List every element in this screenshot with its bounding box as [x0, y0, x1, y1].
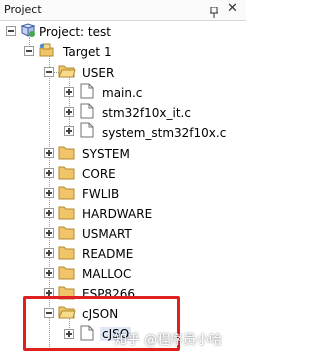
target-label: Target 1 — [63, 45, 112, 59]
group-label: HARDWARE — [82, 207, 153, 221]
folder-icon — [58, 225, 76, 244]
close-icon[interactable]: ✕ — [227, 2, 238, 15]
folder-icon — [58, 165, 76, 184]
panel-title: Project — [4, 3, 42, 16]
expand-toggle[interactable] — [64, 126, 74, 136]
expand-toggle[interactable] — [44, 268, 54, 278]
folder-icon — [58, 205, 76, 224]
project-label: Project: test — [39, 25, 111, 39]
group-label: README — [82, 247, 134, 261]
file-icon — [80, 122, 94, 142]
file-icon — [80, 103, 94, 123]
group-label: USER — [82, 66, 115, 80]
expand-toggle[interactable] — [44, 67, 54, 77]
folder-icon — [58, 145, 76, 164]
file-icon — [80, 83, 94, 103]
expand-toggle[interactable] — [44, 148, 54, 158]
expand-toggle[interactable] — [44, 168, 54, 178]
target-icon — [38, 42, 56, 62]
group-label: MALLOC — [82, 267, 132, 281]
file-label: main.c — [102, 86, 143, 100]
panel-titlebar: Project ✕ — [0, 0, 246, 21]
expand-toggle[interactable] — [44, 188, 54, 198]
folder-icon — [58, 185, 76, 204]
expand-toggle[interactable] — [44, 248, 54, 258]
folder-icon — [58, 245, 76, 264]
folder-open-icon — [58, 64, 76, 83]
expand-toggle[interactable] — [24, 46, 34, 56]
group-label: SYSTEM — [82, 147, 130, 161]
expand-toggle[interactable] — [44, 208, 54, 218]
project-panel: Project ✕ Project: test Target 1 USER ma… — [0, 0, 246, 355]
folder-icon — [58, 265, 76, 284]
project-icon — [20, 22, 36, 42]
expand-toggle[interactable] — [44, 228, 54, 238]
group-label: FWLIB — [82, 187, 120, 201]
watermark: 知乎 @程序员小哈 — [114, 333, 223, 348]
file-label: system_stm32f10x.c — [102, 126, 227, 140]
expand-toggle[interactable] — [6, 26, 16, 36]
expand-toggle[interactable] — [64, 87, 74, 97]
group-label: CORE — [82, 167, 116, 181]
expand-toggle[interactable] — [64, 107, 74, 117]
group-label: USMART — [82, 227, 132, 241]
file-label: stm32f10x_it.c — [102, 106, 191, 120]
